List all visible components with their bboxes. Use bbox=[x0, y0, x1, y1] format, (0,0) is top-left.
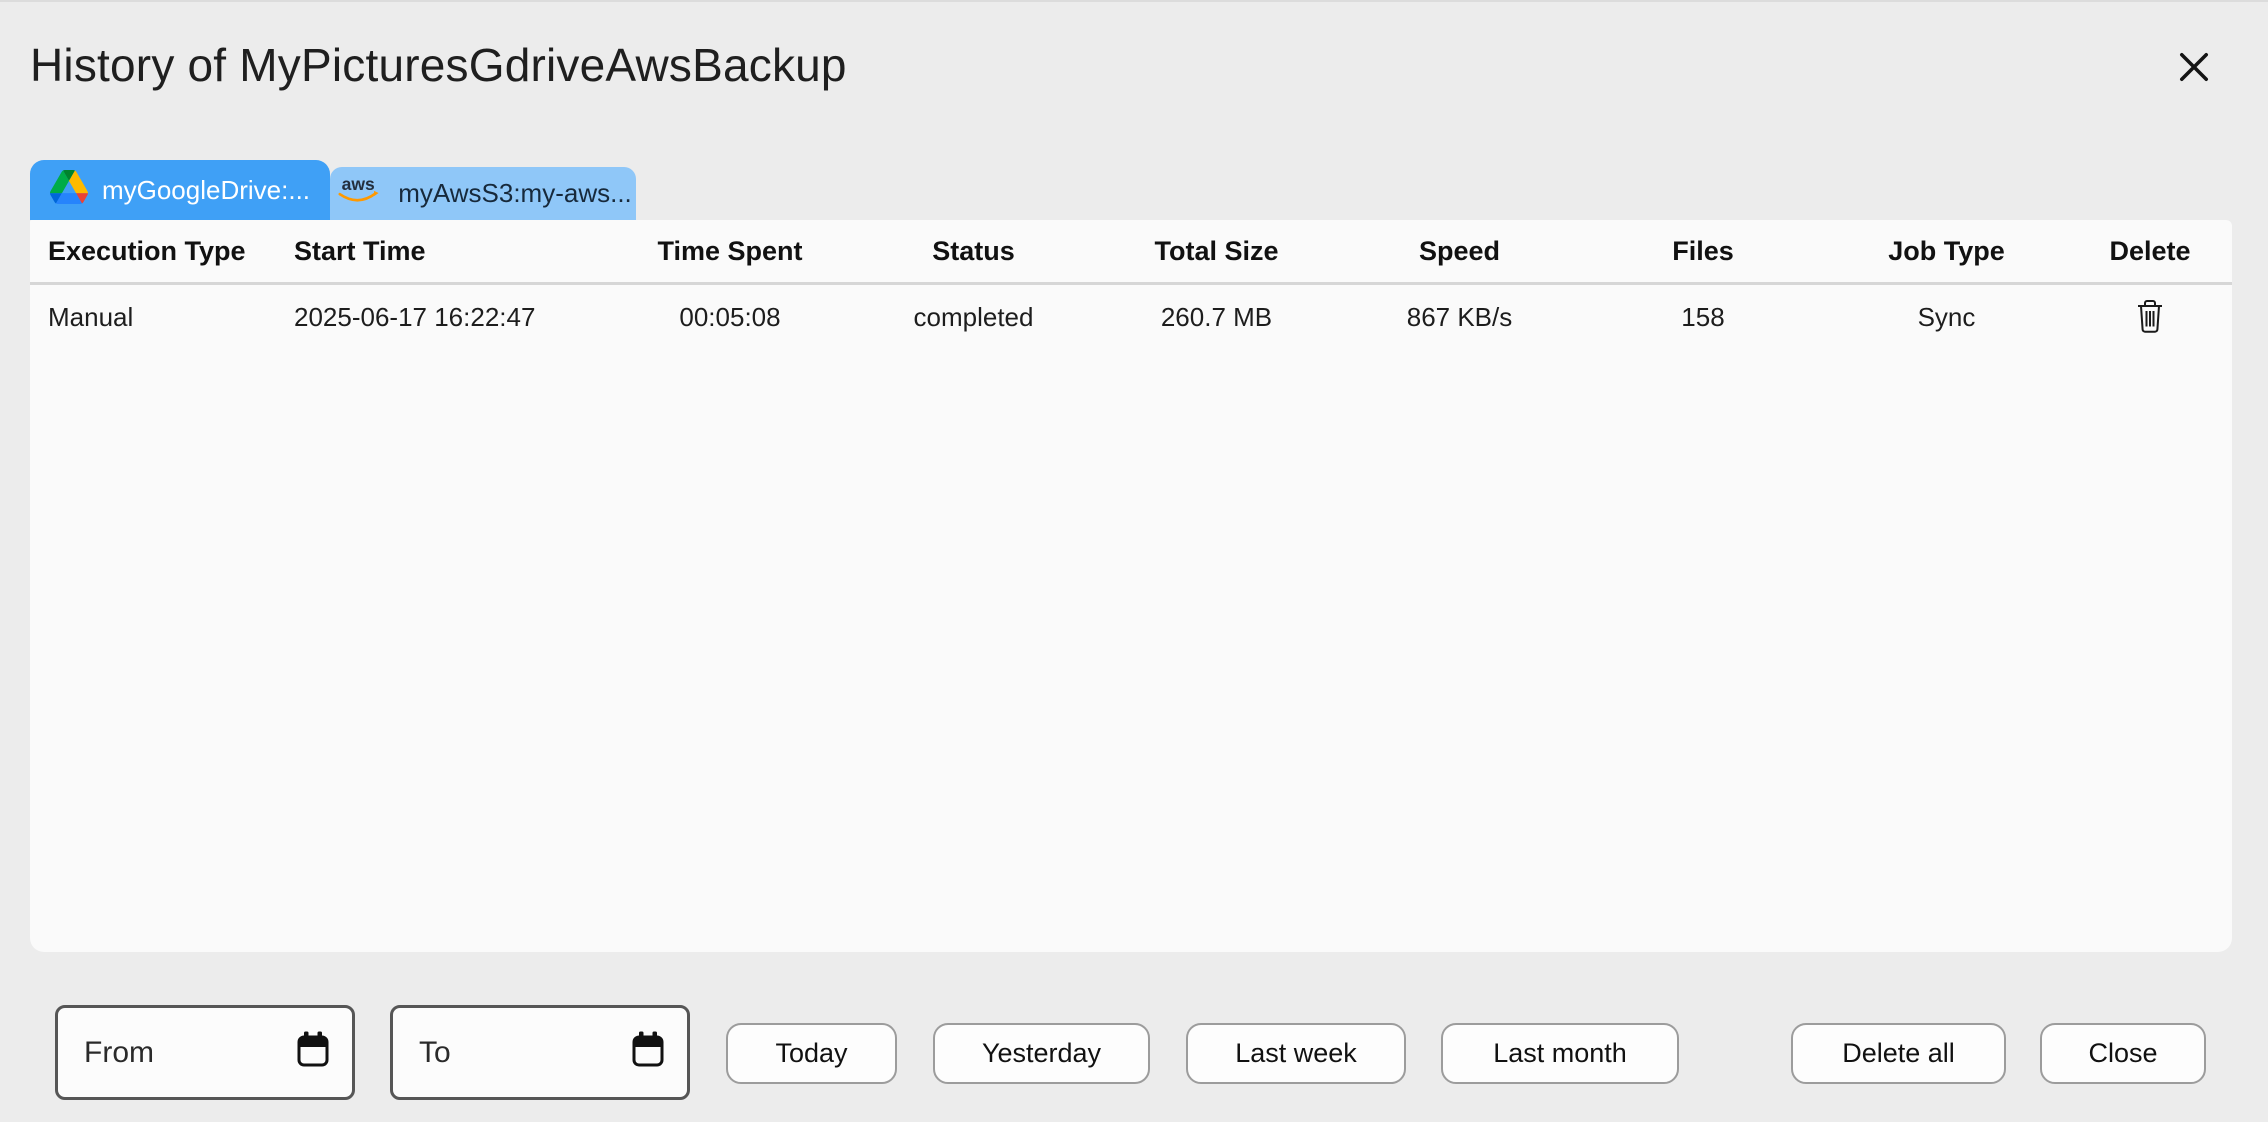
cell-speed: 867 KB/s bbox=[1338, 302, 1581, 333]
column-header-status: Status bbox=[852, 236, 1095, 267]
today-button[interactable]: Today bbox=[726, 1023, 897, 1084]
svg-text:aws: aws bbox=[342, 174, 375, 194]
tab-google-drive[interactable]: myGoogleDrive:... bbox=[30, 160, 330, 220]
to-date-picker[interactable]: To bbox=[390, 1005, 690, 1100]
from-date-label: From bbox=[84, 1036, 154, 1070]
page-title: History of MyPicturesGdriveAwsBackup bbox=[30, 38, 847, 92]
close-button[interactable] bbox=[2172, 46, 2216, 90]
cell-files: 158 bbox=[1581, 302, 1825, 333]
cell-total-size: 260.7 MB bbox=[1095, 302, 1338, 333]
close-dialog-button[interactable]: Close bbox=[2040, 1023, 2206, 1084]
to-date-label: To bbox=[419, 1036, 451, 1070]
tab-bar: myGoogleDrive:... aws myAwsS3:my-aws... bbox=[30, 160, 636, 220]
last-month-button[interactable]: Last month bbox=[1441, 1023, 1679, 1084]
column-header-job-type: Job Type bbox=[1825, 236, 2068, 267]
delete-row-button[interactable] bbox=[2135, 298, 2165, 337]
column-header-files: Files bbox=[1581, 236, 1825, 267]
google-drive-icon bbox=[50, 170, 88, 211]
table-header-row: Execution Type Start Time Time Spent Sta… bbox=[30, 220, 2232, 285]
column-header-start-time: Start Time bbox=[294, 236, 608, 267]
history-dialog: History of MyPicturesGdriveAwsBackup myG… bbox=[0, 0, 2268, 1122]
column-header-total-size: Total Size bbox=[1095, 236, 1338, 267]
table-row: Manual 2025-06-17 16:22:47 00:05:08 comp… bbox=[30, 285, 2232, 349]
column-header-speed: Speed bbox=[1338, 236, 1581, 267]
tab-aws-s3[interactable]: aws myAwsS3:my-aws... bbox=[330, 167, 636, 220]
column-header-time-spent: Time Spent bbox=[608, 236, 852, 267]
cell-execution-type: Manual bbox=[30, 302, 294, 333]
from-date-picker[interactable]: From bbox=[55, 1005, 355, 1100]
last-week-button[interactable]: Last week bbox=[1186, 1023, 1406, 1084]
aws-icon: aws bbox=[334, 173, 384, 214]
calendar-icon bbox=[631, 1030, 665, 1076]
trash-icon bbox=[2135, 298, 2165, 337]
tab-label: myGoogleDrive:... bbox=[102, 175, 310, 206]
cell-job-type: Sync bbox=[1825, 302, 2068, 333]
calendar-icon bbox=[296, 1030, 330, 1076]
cell-start-time: 2025-06-17 16:22:47 bbox=[294, 302, 608, 333]
column-header-delete: Delete bbox=[2068, 236, 2232, 267]
tab-label: myAwsS3:my-aws... bbox=[398, 178, 632, 209]
delete-all-button[interactable]: Delete all bbox=[1791, 1023, 2006, 1084]
cell-time-spent: 00:05:08 bbox=[608, 302, 852, 333]
column-header-execution-type: Execution Type bbox=[30, 236, 294, 267]
yesterday-button[interactable]: Yesterday bbox=[933, 1023, 1150, 1084]
close-icon bbox=[2174, 47, 2214, 90]
history-table-panel: Execution Type Start Time Time Spent Sta… bbox=[30, 220, 2232, 952]
cell-status: completed bbox=[852, 302, 1095, 333]
